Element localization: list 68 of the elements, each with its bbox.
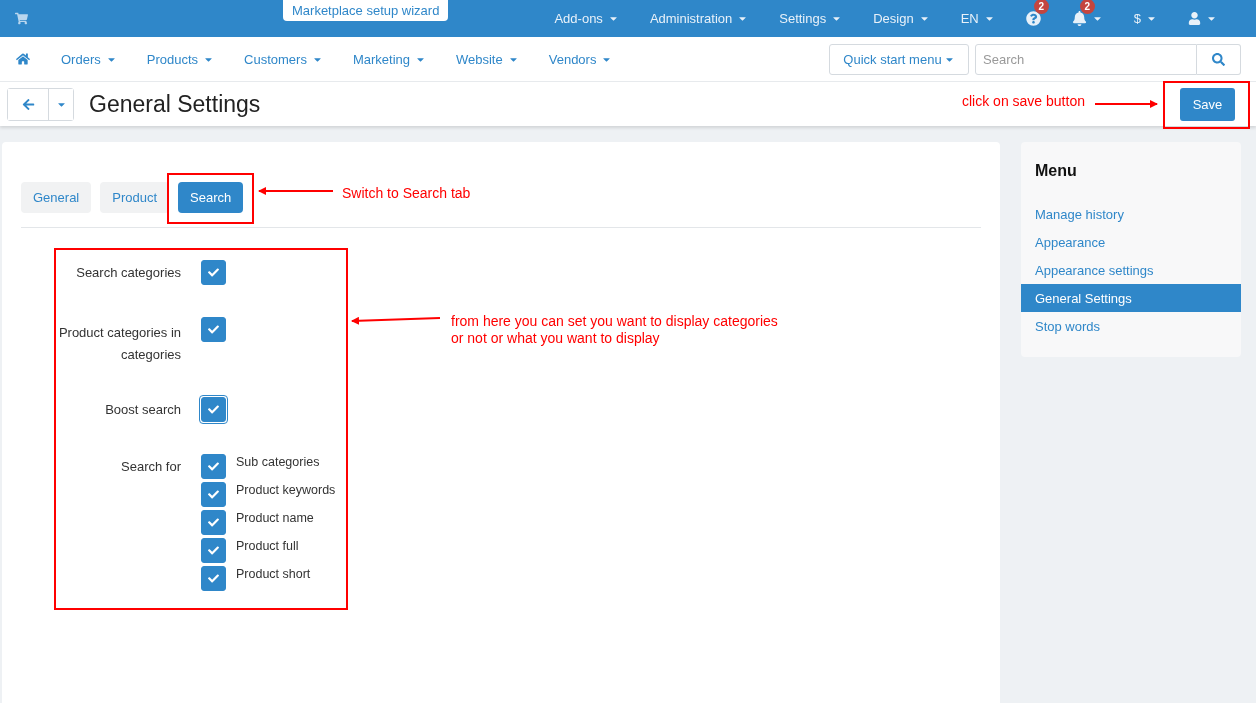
checkbox[interactable] [201,397,226,422]
menu-item[interactable]: EN [960,11,995,26]
sidebar-title: Menu [1035,162,1078,180]
option-label: Product name [236,510,314,527]
option-label: Product keywords [236,482,336,499]
nav-menu-item[interactable]: Products [146,51,215,67]
user-icon [1188,12,1201,25]
field-label: Search categories [75,264,181,282]
page-title: General Settings [89,90,261,118]
nav-menu-item[interactable]: Vendors [548,51,613,67]
nav-menu-item[interactable]: Marketing [352,51,426,67]
option-label: Product full [236,538,299,555]
sidebar-item[interactable]: General Settings [1021,284,1241,312]
check-icon [208,404,219,415]
checkbox[interactable] [201,566,226,591]
check-icon [208,573,219,584]
checkbox[interactable] [201,260,226,285]
menu-item[interactable]: Administration [649,11,749,26]
annotation-text: Switch to Search tab [342,185,471,202]
sidebar-item[interactable]: Appearance settings [1021,256,1241,284]
bell-icon [1071,11,1087,26]
arrow-left-icon [21,97,35,111]
check-icon [208,489,219,500]
menu-item[interactable]: Add-ons [554,11,619,26]
checkbox[interactable] [201,317,226,342]
tab[interactable]: General [21,182,92,213]
checkbox[interactable] [201,454,226,479]
search-button[interactable] [1197,43,1241,75]
option-label: Product short [236,566,311,583]
menu-item[interactable]: Settings [779,11,843,26]
check-icon [208,517,219,528]
wizard-button[interactable]: Marketplace setup wizard [283,0,449,21]
user-button[interactable] [1188,12,1217,25]
check-icon [208,545,219,556]
bell-button[interactable] [1071,11,1103,26]
checkbox[interactable] [201,510,226,535]
check-icon [208,324,219,335]
checkbox[interactable] [201,538,226,563]
home-icon[interactable] [16,52,30,66]
quick-start-button[interactable]: Quick start menu [829,43,969,75]
help-icon [1025,11,1041,26]
annotation-text: from here you can set you want to display categories or not or what you want to display [451,313,779,347]
field-label: Boost search [104,401,181,419]
menu-item[interactable]: Design [873,11,930,26]
notification-badge: 2 [1033,0,1049,14]
nav-menu-item[interactable]: Website [456,51,519,67]
menu-item[interactable]: $ [1133,11,1157,26]
cart-icon[interactable] [15,12,28,25]
nav-menu-item[interactable]: Customers [244,51,323,67]
search-field[interactable]: Search [975,43,1197,75]
annotation-text: click on save button [962,93,1085,110]
search-icon [1212,52,1225,66]
notification-badge: 2 [1079,0,1095,14]
field-label: Search for [120,458,181,476]
save-button[interactable]: Save [1180,87,1235,121]
sidebar-item[interactable]: Appearance [1021,228,1241,256]
checkbox[interactable] [201,482,226,507]
arrow [1094,100,1158,108]
check-icon [208,461,219,472]
field-label: Product categories in categories [57,324,181,364]
tab[interactable]: Product [100,182,170,213]
nav-menu-item[interactable]: Orders [61,51,117,67]
sidebar-item[interactable]: Stop words [1021,312,1241,340]
check-icon [208,267,219,278]
option-label: Sub categories [236,454,320,471]
tab[interactable]: Search [178,182,244,213]
sidebar-item[interactable]: Manage history [1021,200,1241,228]
help-button[interactable] [1025,11,1041,26]
